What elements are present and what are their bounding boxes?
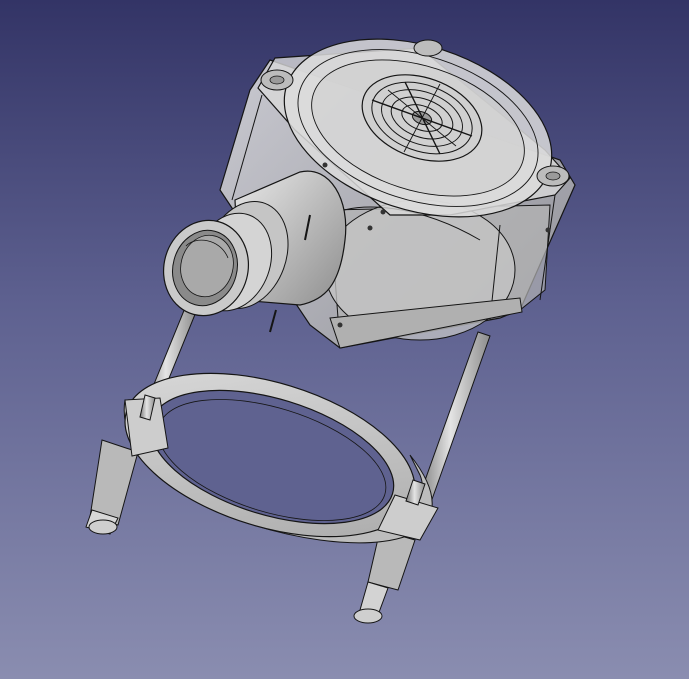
clamp-ring[interactable] <box>106 342 439 567</box>
3d-viewport[interactable] <box>0 0 689 679</box>
cad-model <box>85 38 576 624</box>
